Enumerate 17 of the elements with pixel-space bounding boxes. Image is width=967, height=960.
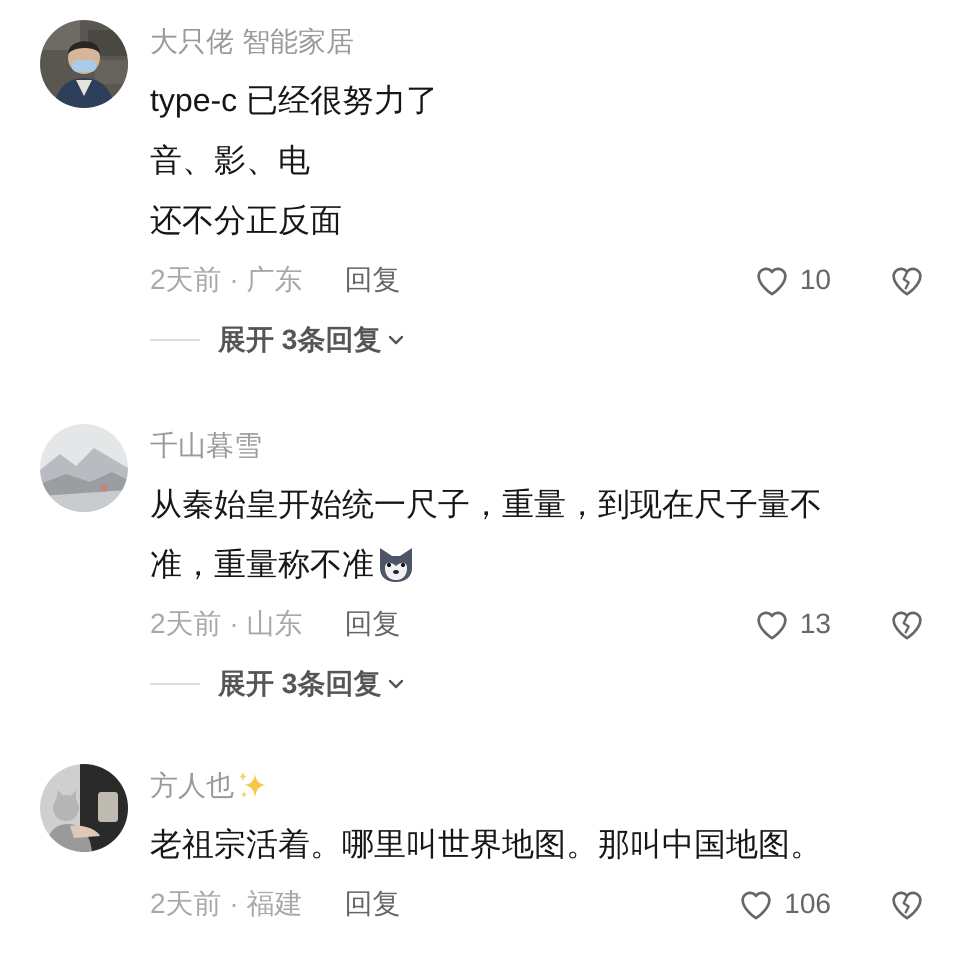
reply-link[interactable]: 回复 — [344, 604, 400, 644]
comment-text: 老祖宗活着。哪里叫世界地图。那叫中国地图。 — [150, 825, 822, 864]
comment-text: type-c 已经很努力了 — [150, 81, 438, 120]
comment-meta: 2天前 · 福建 — [150, 887, 302, 921]
like-count: 106 — [784, 887, 831, 921]
comment-text: 音、影、电 — [150, 141, 310, 180]
reply-link[interactable]: 回复 — [344, 260, 400, 300]
comment-text: 从秦始皇开始统一尺子，重量，到现在尺子量不 — [150, 485, 822, 524]
comment-text: 还不分正反面 — [150, 201, 342, 240]
expand-replies-button[interactable]: 展开 3条回复 — [218, 319, 406, 361]
expand-replies-button[interactable]: 展开 3条回复 — [218, 663, 406, 705]
comment-text: 准，重量称不准 — [150, 545, 374, 584]
reply-link[interactable]: 回复 — [344, 884, 400, 924]
comment-meta: 2天前 · 山东 — [150, 607, 302, 641]
like-count: 13 — [800, 607, 831, 641]
comment-meta: 2天前 · 广东 — [150, 263, 302, 297]
like-count: 10 — [800, 263, 831, 297]
